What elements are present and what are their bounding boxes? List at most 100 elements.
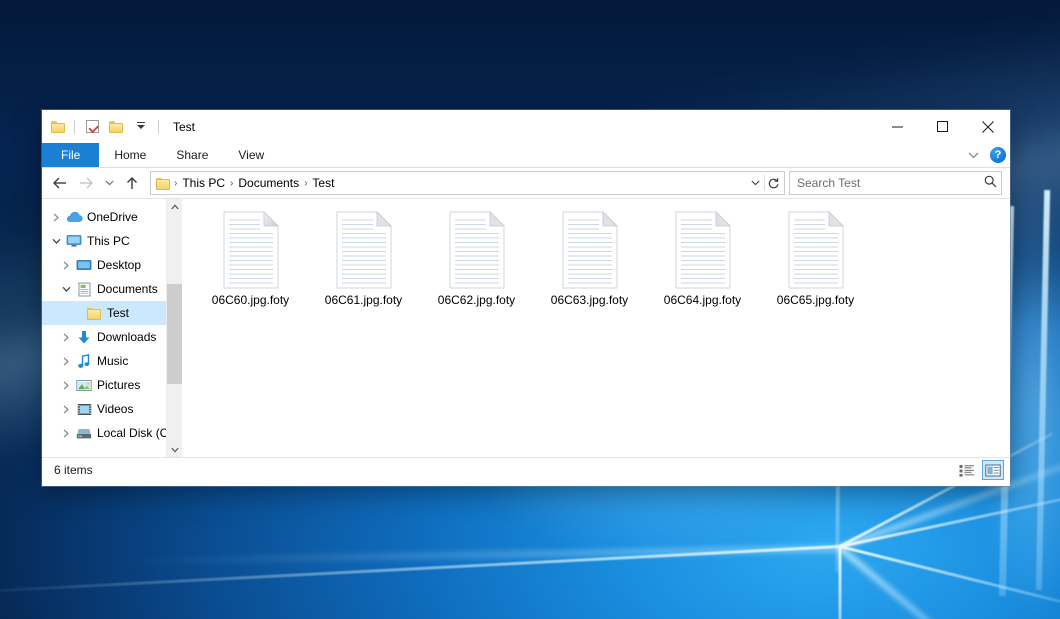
cloud-icon [65, 209, 83, 225]
sidebar-item-local-disk-c[interactable]: Local Disk (C:) [42, 421, 182, 445]
file-item[interactable]: 06C60.jpg.foty [194, 207, 307, 329]
sidebar-item-pictures[interactable]: Pictures [42, 373, 182, 397]
breadcrumb-folder-icon[interactable] [156, 177, 171, 190]
sidebar-item-label: Test [107, 306, 129, 320]
close-button[interactable] [965, 110, 1010, 143]
sidebar-item-test[interactable]: Test [42, 301, 182, 325]
sidebar-item-downloads[interactable]: Downloads [42, 325, 182, 349]
help-icon[interactable]: ? [990, 147, 1006, 163]
breadcrumb-item-test[interactable]: Test [308, 176, 338, 190]
file-item[interactable]: 06C64.jpg.foty [646, 207, 759, 329]
search-input[interactable]: Search Test [789, 171, 1002, 195]
sidebar-item-music[interactable]: Music [42, 349, 182, 373]
item-count-label: 6 items [54, 463, 956, 477]
sidebar-item-label: Downloads [97, 330, 156, 344]
quick-access-toolbar: Test [42, 110, 195, 143]
details-view-button[interactable] [956, 460, 978, 480]
tab-view[interactable]: View [223, 143, 279, 167]
expander-expanded-icon[interactable] [58, 277, 75, 301]
expander-collapsed-icon[interactable] [58, 421, 75, 445]
sidebar-item-label: Music [97, 354, 128, 368]
folder-icon [85, 305, 103, 321]
title-bar: Test [42, 110, 1010, 143]
maximize-button[interactable] [920, 110, 965, 143]
file-item[interactable]: 06C65.jpg.foty [759, 207, 872, 329]
file-name-label: 06C61.jpg.foty [325, 293, 402, 307]
file-list-area[interactable]: 06C60.jpg.foty [182, 199, 1010, 457]
tab-share[interactable]: Share [161, 143, 223, 167]
navigation-pane: OneDrive This PC [42, 199, 182, 457]
documents-icon [75, 281, 93, 297]
file-grid: 06C60.jpg.foty [194, 207, 1010, 329]
file-name-label: 06C60.jpg.foty [212, 293, 289, 307]
wallpaper-beam-8 [839, 547, 842, 619]
navigation-pane-scrollbar[interactable] [166, 199, 182, 457]
tab-home[interactable]: Home [99, 143, 161, 167]
window-title: Test [173, 120, 195, 134]
sidebar-item-videos[interactable]: Videos [42, 397, 182, 421]
expander-collapsed-icon[interactable] [58, 349, 75, 373]
qat-separator-2 [158, 120, 159, 134]
file-item[interactable]: 06C62.jpg.foty [420, 207, 533, 329]
sidebar-item-label: Desktop [97, 258, 141, 272]
sidebar-item-label: Pictures [97, 378, 140, 392]
desktop-background: Test File Home Share [0, 0, 1060, 619]
file-explorer-window: Test File Home Share [42, 110, 1010, 486]
tab-file[interactable]: File [42, 143, 99, 167]
file-name-label: 06C63.jpg.foty [551, 293, 628, 307]
download-icon [75, 329, 93, 345]
sidebar-item-label: Local Disk (C:) [97, 426, 176, 440]
expander-collapsed-icon[interactable] [58, 325, 75, 349]
file-name-label: 06C64.jpg.foty [664, 293, 741, 307]
properties-button[interactable] [83, 117, 102, 136]
pictures-icon [75, 377, 93, 393]
address-bar-row: › This PC › Documents › Test [42, 168, 1010, 198]
ribbon-tabs: File Home Share View ? [42, 143, 1010, 168]
sidebar-item-desktop[interactable]: Desktop [42, 253, 182, 277]
file-item[interactable]: 06C63.jpg.foty [533, 207, 646, 329]
expander-collapsed-icon[interactable] [58, 397, 75, 421]
sidebar-item-documents[interactable]: Documents [42, 277, 182, 301]
generic-file-icon [557, 209, 623, 291]
music-icon [75, 353, 93, 369]
breadcrumb-item-documents[interactable]: Documents [234, 176, 303, 190]
disk-icon [75, 425, 93, 441]
ribbon-right-controls: ? [964, 143, 1006, 167]
sidebar-item-onedrive[interactable]: OneDrive [42, 205, 182, 229]
monitor-icon [65, 233, 83, 249]
scroll-down-button[interactable] [167, 442, 182, 457]
previous-locations-button[interactable] [747, 173, 764, 193]
expander-expanded-icon[interactable] [48, 229, 65, 253]
expander-collapsed-icon[interactable] [58, 253, 75, 277]
new-folder-button[interactable] [107, 117, 126, 136]
file-item[interactable]: 06C61.jpg.foty [307, 207, 420, 329]
breadcrumb: › This PC › Documents › Test [156, 176, 747, 190]
search-placeholder: Search Test [797, 176, 984, 190]
new-folder-icon [109, 120, 124, 133]
expand-ribbon-button[interactable] [964, 146, 982, 164]
large-icons-view-button[interactable] [982, 460, 1004, 480]
minimize-button[interactable] [875, 110, 920, 143]
recent-locations-button[interactable] [100, 171, 118, 195]
customize-quick-access-button[interactable] [131, 117, 150, 136]
expander-collapsed-icon[interactable] [48, 205, 65, 229]
scrollbar-thumb[interactable] [167, 284, 182, 384]
generic-file-icon [218, 209, 284, 291]
expander-none [68, 301, 85, 325]
window-controls [875, 110, 1010, 143]
sidebar-item-label: Documents [97, 282, 158, 296]
scroll-up-button[interactable] [167, 199, 182, 214]
breadcrumb-item-this-pc[interactable]: This PC [178, 176, 229, 190]
sidebar-item-this-pc[interactable]: This PC [42, 229, 182, 253]
search-icon[interactable] [984, 175, 997, 191]
address-bar[interactable]: › This PC › Documents › Test [150, 171, 785, 195]
chevron-down-icon [137, 125, 145, 129]
back-button[interactable] [48, 171, 72, 195]
expander-collapsed-icon[interactable] [58, 373, 75, 397]
refresh-button[interactable] [765, 173, 782, 193]
folder-icon[interactable] [51, 120, 66, 133]
status-bar: 6 items [42, 457, 1010, 482]
up-button[interactable] [120, 171, 144, 195]
sidebar-item-label: OneDrive [87, 210, 138, 224]
generic-file-icon [670, 209, 736, 291]
